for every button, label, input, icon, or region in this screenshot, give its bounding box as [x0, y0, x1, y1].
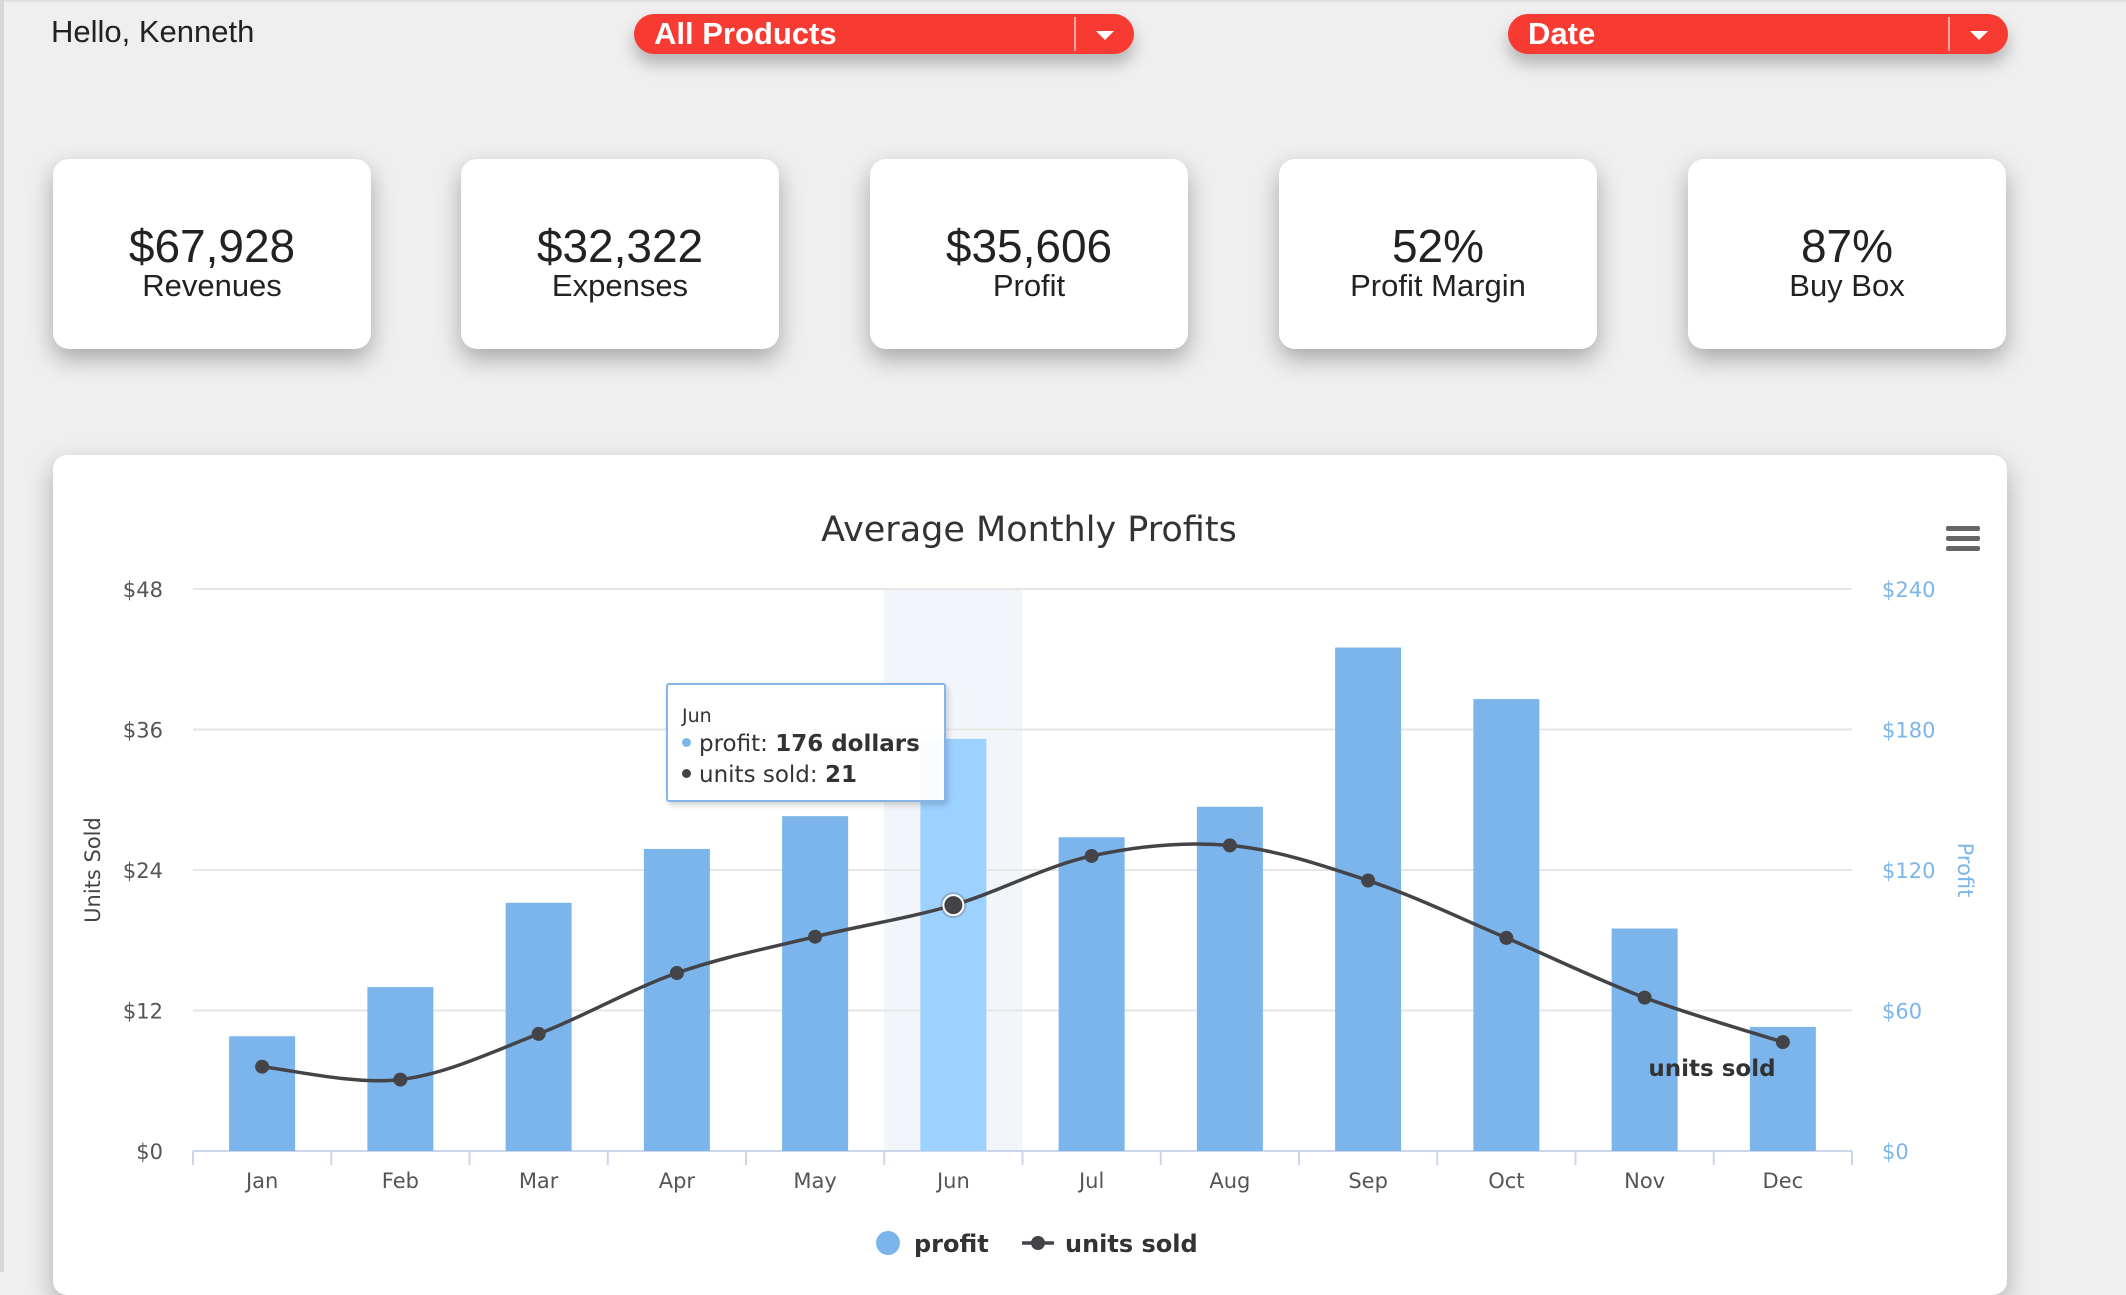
tooltip-header: Jun — [682, 705, 712, 727]
x-tick-label: Jul — [1077, 1169, 1104, 1193]
y-right-tick-label: $240 — [1882, 578, 1935, 602]
profit-bar-may[interactable] — [782, 816, 849, 1151]
chart-title: Average Monthly Profits — [821, 510, 1237, 550]
y-right-tick-label: $180 — [1882, 719, 1935, 743]
y-left-tick-label: $12 — [123, 1000, 163, 1024]
tooltip-row-profit: profit: 176 dollars — [682, 731, 920, 757]
y-axis-right-title: Profit — [1953, 843, 1977, 898]
x-tick-label: Mar — [519, 1169, 559, 1193]
tooltip-dot-profit — [682, 738, 691, 747]
units-sold-point-oct[interactable] — [1499, 930, 1514, 945]
profit-bar-sep[interactable] — [1335, 647, 1402, 1151]
legend-item-units-sold[interactable]: units sold — [1022, 1230, 1198, 1258]
y-left-tick-label: $48 — [123, 578, 163, 602]
units-sold-point-jan[interactable] — [255, 1059, 270, 1074]
units-sold-point-jul[interactable] — [1084, 848, 1099, 863]
profit-bar-apr[interactable] — [643, 848, 710, 1151]
series-end-label: units sold — [1648, 1056, 1775, 1082]
units-sold-point-feb[interactable] — [393, 1072, 408, 1087]
x-tick-label: May — [793, 1169, 836, 1193]
units-sold-point-dec[interactable] — [1775, 1035, 1790, 1050]
x-tick-label: Aug — [1209, 1169, 1250, 1193]
x-tick-label: Apr — [659, 1169, 696, 1193]
x-tick-label: Nov — [1624, 1169, 1665, 1193]
units-sold-point-jun[interactable] — [942, 894, 965, 917]
units-sold-point-mar[interactable] — [531, 1026, 546, 1041]
tooltip-row-units-sold: units sold: 21 — [682, 762, 857, 788]
profit-bar-nov[interactable] — [1611, 928, 1678, 1151]
y-right-tick-label: $60 — [1882, 1000, 1922, 1024]
x-tick-label: Jun — [935, 1169, 970, 1193]
tooltip-separator: : — [760, 731, 776, 757]
x-tick-label: Feb — [382, 1169, 419, 1193]
chart-tooltip: Jun profit: 176 dollars units sold: 21 — [666, 683, 946, 802]
y-right-tick-label: $0 — [1882, 1140, 1909, 1164]
units-sold-point-may[interactable] — [808, 929, 823, 944]
profit-bar-jan[interactable] — [229, 1036, 296, 1151]
legend-label-profit: profit — [914, 1230, 989, 1258]
profit-bar-mar[interactable] — [505, 902, 572, 1151]
units-sold-point-apr[interactable] — [669, 966, 684, 981]
profit-bar-oct[interactable] — [1473, 699, 1540, 1151]
profit-chart: $0 $0 $12 $60 $24 $120 $36 $180 $48 $240 Jan Feb Mar… — [81, 510, 1977, 1258]
tooltip-series-name: profit — [699, 731, 761, 757]
x-tick-label: Sep — [1348, 1169, 1388, 1193]
units-sold-point-aug[interactable] — [1222, 838, 1237, 853]
units-sold-point-nov[interactable] — [1637, 990, 1652, 1005]
legend-marker-units-sold — [1031, 1236, 1045, 1250]
tooltip-series-name: units sold — [699, 762, 810, 788]
legend-item-profit[interactable]: profit — [876, 1230, 989, 1258]
y-left-tick-label: $0 — [136, 1140, 163, 1164]
y-axis-left-title: Units Sold — [81, 817, 105, 923]
profit-bar-feb[interactable] — [367, 987, 434, 1151]
x-tick-label: Jan — [244, 1169, 278, 1193]
units-sold-point-sep[interactable] — [1361, 873, 1376, 888]
tooltip-dot-units-sold — [682, 769, 691, 778]
legend-marker-profit — [876, 1231, 900, 1255]
x-tick-label: Dec — [1763, 1169, 1804, 1193]
y-left-tick-label: $24 — [123, 859, 163, 883]
legend-label-units-sold: units sold — [1065, 1230, 1198, 1258]
tooltip-separator: : — [809, 762, 825, 788]
tooltip-value: 176 dollars — [775, 731, 920, 757]
y-right-tick-label: $120 — [1882, 859, 1935, 883]
tooltip-value: 21 — [824, 762, 857, 788]
x-tick-label: Oct — [1488, 1169, 1524, 1193]
legend: profit units sold — [876, 1230, 1198, 1258]
profit-bar-jul[interactable] — [1058, 837, 1125, 1151]
y-left-tick-label: $36 — [123, 719, 163, 743]
profit-bar-aug[interactable] — [1196, 806, 1263, 1151]
